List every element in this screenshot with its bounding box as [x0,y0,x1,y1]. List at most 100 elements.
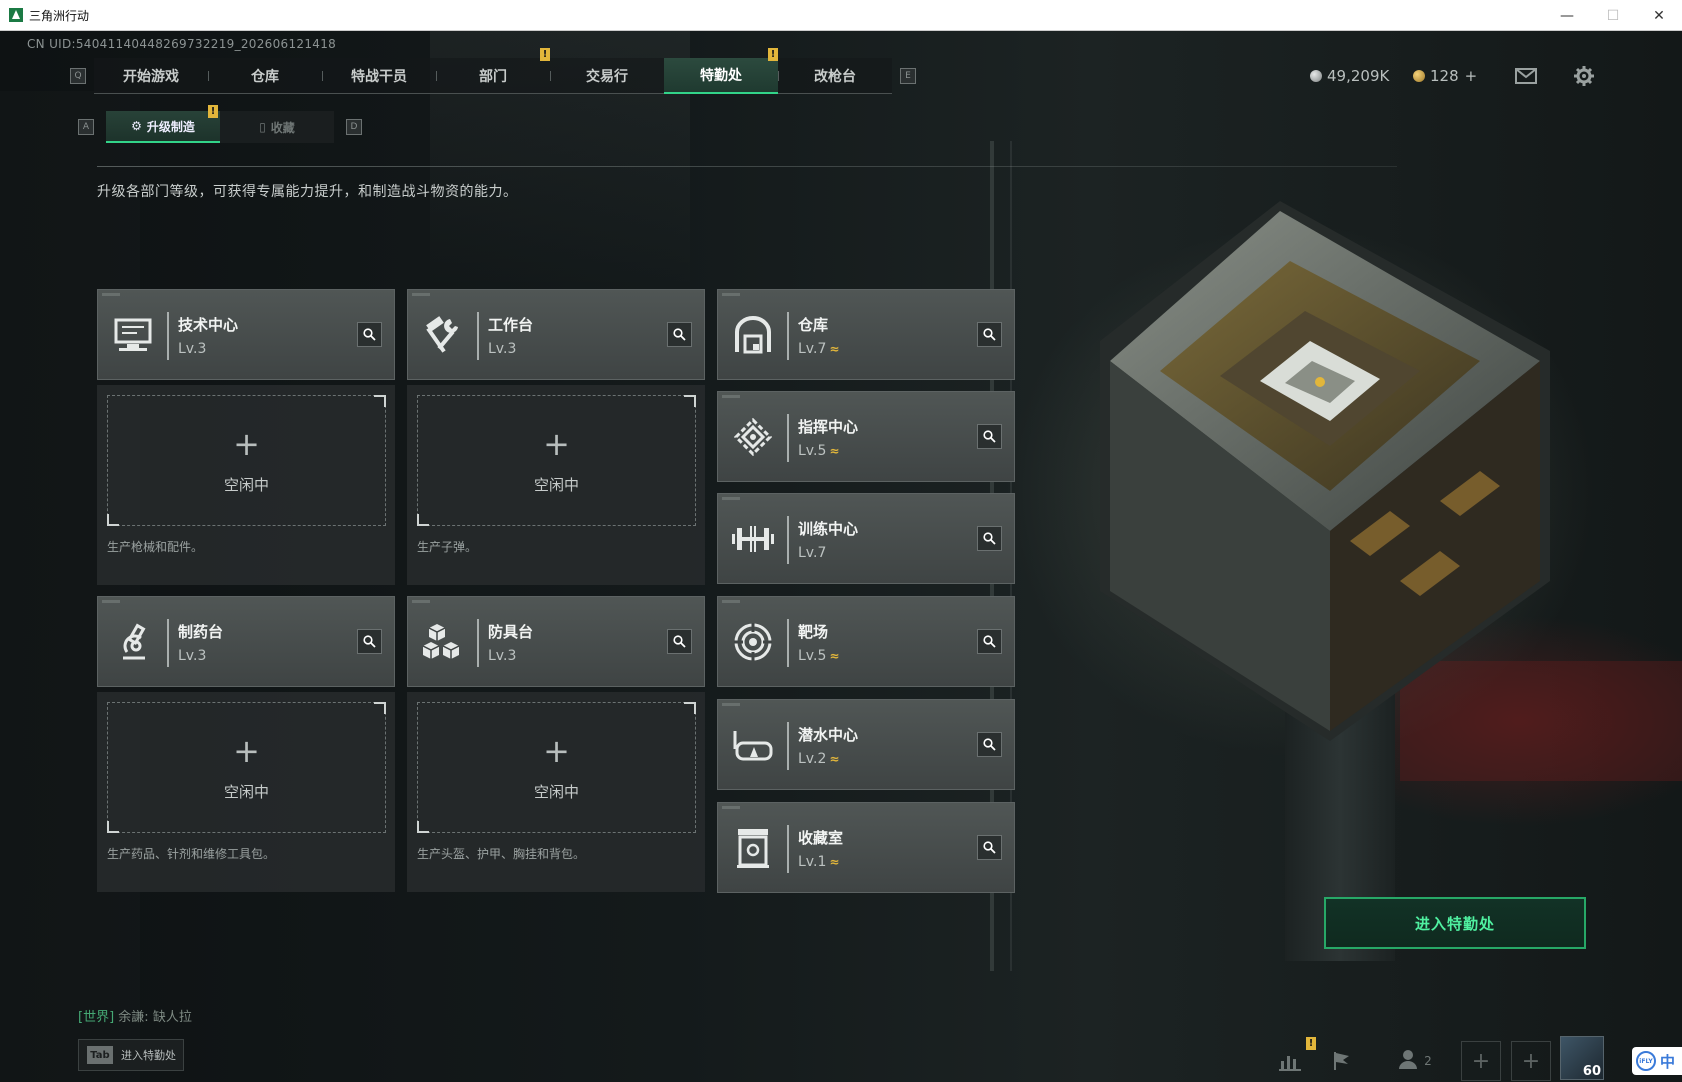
facility-level-row: Lv.5 ≈ [798,648,839,664]
facility-card-dive-center[interactable]: 潜水中心 Lv.2 ≈ [717,699,1015,790]
gold-currency[interactable]: 128 + [1413,67,1477,85]
key-hint-d: D [346,119,362,135]
search-icon[interactable] [977,322,1002,347]
mail-icon[interactable] [1514,65,1538,87]
facility-name: 仓库 [798,316,829,334]
upgrade-arrow-icon: ≈ [829,649,840,663]
production-slot-idle[interactable]: + 空闲中 [107,395,386,526]
tab-start-game[interactable]: 开始游戏 [94,58,208,94]
facility-level: Lv.3 [488,341,517,357]
production-description: 生产药品、针剂和维修工具包。 [107,847,276,861]
add-party-slot-button[interactable]: + [1511,1041,1551,1081]
silver-currency: 49,209K [1310,67,1389,85]
production-slot-idle[interactable]: + 空闲中 [417,702,696,833]
stats-chart-icon[interactable]: ! [1270,1037,1316,1081]
friends-button[interactable]: 2 [1385,1041,1445,1081]
facility-level: Lv.7 [798,341,827,357]
notification-badge: ! [768,48,778,61]
key-hint-e: E [900,68,916,84]
maximize-button[interactable]: ☐ [1590,0,1636,31]
enter-special-ops-button[interactable]: 进入特勤处 [1324,897,1586,949]
facility-card-armor-bench[interactable]: 防具台 Lv.3 [407,596,705,687]
tab-department[interactable]: 部门 ! [436,48,550,94]
facility-name: 潜水中心 [798,726,859,744]
gold-coin-icon [1413,70,1425,82]
facility-level: Lv.3 [488,648,517,664]
facility-name: 靶场 [798,623,829,641]
minimize-button[interactable]: — [1544,0,1590,31]
search-icon[interactable] [667,322,692,347]
facility-card-command-center[interactable]: 指挥中心 Lv.5 ≈ [717,391,1015,482]
subtab-label: 升级制造 [146,119,195,134]
facility-card-tech-center[interactable]: 技术中心 Lv.3 [97,289,395,380]
production-slot-idle[interactable]: + 空闲中 [107,702,386,833]
tab-trading[interactable]: 交易行 [550,58,664,94]
tab-warehouse[interactable]: 仓库 [208,58,322,94]
facility-level-row: Lv.2 ≈ [798,751,839,767]
facility-card-training-center[interactable]: 训练中心 Lv.7 [717,493,1015,584]
facility-name: 制药台 [178,623,224,641]
close-button[interactable]: ✕ [1636,0,1682,31]
upgrade-arrow-icon: ≈ [829,752,840,766]
tab-label: 特战干员 [351,69,407,85]
search-icon[interactable] [977,424,1002,449]
friends-count: 2 [1424,1054,1432,1068]
facility-level-row: Lv.5 ≈ [798,443,839,459]
idle-status: 空闲中 [533,476,579,494]
gold-amount: 128 [1430,67,1459,85]
production-slot-panel: + 空闲中 生产枪械和配件。 [97,385,395,585]
facility-card-collection-room[interactable]: 收藏室 Lv.1 ≈ [717,802,1015,893]
tab-label: 仓库 [251,69,279,85]
window-title: 三角洲行动 [29,8,90,23]
chat-user: 余謙: [118,1010,149,1025]
tab-shortcut-hint[interactable]: Tab 进入特勤处 [78,1039,184,1071]
facility-card-workbench[interactable]: 工作台 Lv.3 [407,289,705,380]
ime-indicator[interactable]: iFLY 中 [1632,1047,1682,1075]
world-chat-line[interactable]: [世界] 余謙: 缺人拉 [78,1006,192,1025]
app-logo-icon [9,8,23,22]
production-slot-panel: + 空闲中 生产药品、针剂和维修工具包。 [97,692,395,892]
idle-status: 空闲中 [533,783,579,801]
subtab-upgrade-craft[interactable]: ⚙ 升级制造 ! [106,105,220,143]
tab-key: Tab [87,1046,113,1064]
search-icon[interactable] [977,835,1002,860]
search-icon[interactable] [977,526,1002,551]
tab-gunsmith[interactable]: 改枪台 [778,58,892,94]
cubes-icon [420,619,466,665]
friends-icon [1398,1049,1420,1074]
target-icon [730,619,776,665]
facility-card-warehouse[interactable]: 仓库 Lv.7 ≈ [717,289,1015,380]
facility-card-shooting-range[interactable]: 靶场 Lv.5 ≈ [717,596,1015,687]
key-hint-a: A [78,119,94,135]
production-slot-idle[interactable]: + 空闲中 [417,395,696,526]
warehouse-icon [730,312,776,358]
ime-logo-icon: iFLY [1636,1051,1656,1071]
facility-card-pharmacy[interactable]: 制药台 Lv.3 [97,596,395,687]
tab-special-ops[interactable]: 特勤处 ! [664,48,778,94]
add-gold-button[interactable]: + [1465,67,1478,85]
search-icon[interactable] [667,629,692,654]
subtab-collection[interactable]: ▯ 收藏 [220,111,334,143]
facility-name: 技术中心 [178,316,239,334]
command-icon [730,414,776,460]
add-party-slot-button[interactable]: + [1461,1041,1501,1081]
player-avatar[interactable]: 60 [1560,1036,1604,1080]
flag-icon[interactable] [1322,1041,1362,1081]
tab-label: 特勤处 [700,68,742,84]
notification-badge: ! [540,48,550,61]
page-description: 升级各部门等级，可获得专属能力提升，和制造战斗物资的能力。 [97,184,518,200]
dive-mask-icon [730,722,776,768]
search-icon[interactable] [977,732,1002,757]
search-icon[interactable] [357,322,382,347]
facility-name: 训练中心 [798,520,859,538]
sub-navigation: A ⚙ 升级制造 ! ▯ 收藏 D [78,105,362,143]
add-plus-icon: + [543,732,570,770]
idle-status: 空闲中 [223,476,269,494]
tab-operators[interactable]: 特战干员 [322,58,436,94]
production-description: 生产子弹。 [417,540,478,554]
search-icon[interactable] [977,629,1002,654]
dumbbell-icon [730,516,776,562]
settings-gear-icon[interactable] [1572,65,1596,87]
facility-level-row: Lv.7 [798,545,826,561]
search-icon[interactable] [357,629,382,654]
